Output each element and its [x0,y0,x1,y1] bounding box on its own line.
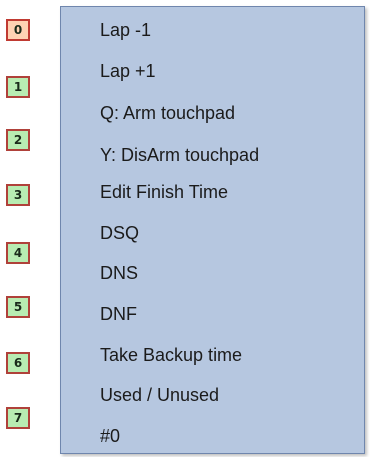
lane-button-4[interactable]: 4 [6,242,30,264]
menu-item-edit-finish-time[interactable]: Edit Finish Time [100,180,228,204]
menu-item-used-unused[interactable]: Used / Unused [100,383,219,407]
menu-item-dns[interactable]: DNS [100,261,138,285]
menu-item-lap-plus[interactable]: Lap +1 [100,59,156,83]
menu-item-arm-touchpad[interactable]: Q: Arm touchpad [100,101,235,125]
context-menu: Lap -1 Lap +1 Q: Arm touchpad Y: DisArm … [60,6,365,454]
lane-button-6[interactable]: 6 [6,352,30,374]
menu-item-disarm-touchpad[interactable]: Y: DisArm touchpad [100,143,259,167]
menu-item-lap-minus[interactable]: Lap -1 [100,18,151,42]
lane-button-5[interactable]: 5 [6,296,30,318]
menu-item-dsq[interactable]: DSQ [100,221,139,245]
lane-button-1[interactable]: 1 [6,76,30,98]
lane-button-7[interactable]: 7 [6,407,30,429]
menu-item-number-zero[interactable]: #0 [100,424,120,448]
menu-item-dnf[interactable]: DNF [100,302,137,326]
menu-item-take-backup-time[interactable]: Take Backup time [100,343,242,367]
lane-button-3[interactable]: 3 [6,184,30,206]
lane-button-2[interactable]: 2 [6,129,30,151]
lane-button-0[interactable]: 0 [6,19,30,41]
